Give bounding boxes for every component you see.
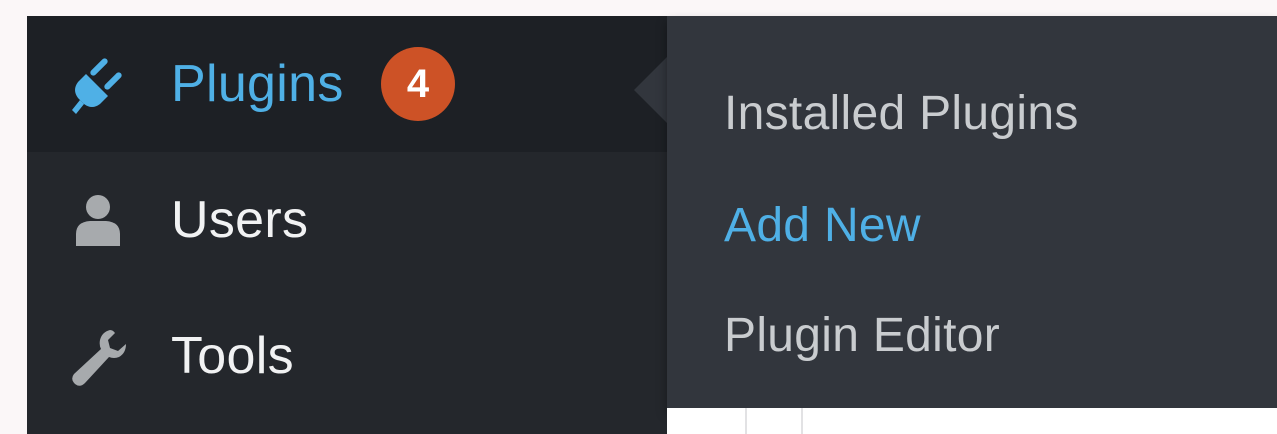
flyout-pointer [634,56,668,124]
content-divider [745,408,747,434]
wrench-icon [65,323,131,389]
submenu-plugin-editor-link[interactable]: Plugin Editor [724,308,1000,364]
submenu-add-new-link[interactable]: Add New [724,198,921,254]
plug-icon [65,51,131,117]
plugins-submenu-flyout: Installed Plugins Add New Plugin Editor [667,16,1277,408]
admin-sidebar-menu: Plugins 4 Users Tools [27,16,667,434]
sidebar-item-label: Users [171,191,309,249]
sidebar-item-users[interactable]: Users [27,152,667,288]
sidebar-item-tools[interactable]: Tools [27,288,667,424]
submenu-installed-plugins-link[interactable]: Installed Plugins [724,86,1079,142]
admin-screen: Plugins 4 Users Tools Installed Plugins … [0,0,1277,434]
page-content-area [667,408,1277,434]
sidebar-item-label: Plugins [171,55,344,113]
update-count-badge: 4 [381,47,455,121]
sidebar-item-label: Tools [171,327,294,385]
content-divider [801,408,803,434]
user-icon [65,187,131,253]
sidebar-item-plugins[interactable]: Plugins 4 [27,16,667,152]
